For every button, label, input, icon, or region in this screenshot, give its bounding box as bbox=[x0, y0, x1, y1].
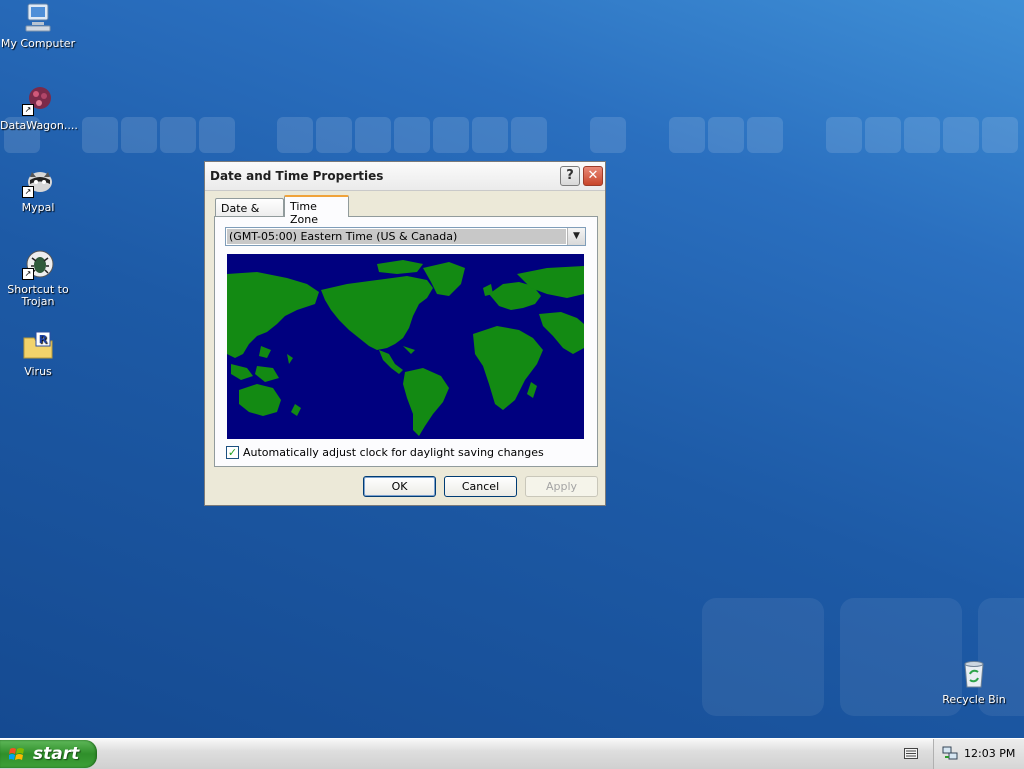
time-zone-panel: (GMT-05:00) Eastern Time (US & Canada) ▼ bbox=[214, 216, 598, 467]
trojan-shortcut-icon: ↗ bbox=[22, 248, 54, 280]
time-zone-selected-value: (GMT-05:00) Eastern Time (US & Canada) bbox=[227, 229, 566, 244]
keyboard-icon[interactable] bbox=[904, 748, 918, 759]
help-button[interactable]: ? bbox=[560, 166, 580, 186]
world-map-image bbox=[227, 254, 584, 439]
system-tray: 12:03 PM bbox=[933, 739, 1024, 769]
desktop-icon-label: Mypal bbox=[21, 201, 55, 214]
apply-button[interactable]: Apply bbox=[525, 476, 598, 497]
desktop-icon-virus[interactable]: R Virus bbox=[0, 330, 76, 378]
cancel-button[interactable]: Cancel bbox=[444, 476, 517, 497]
recycle-bin-icon bbox=[958, 658, 990, 690]
my-computer-icon bbox=[22, 2, 54, 34]
close-button[interactable]: ✕ bbox=[583, 166, 603, 186]
desktop-icon-mypal[interactable]: ↗ Mypal bbox=[0, 166, 76, 214]
shortcut-arrow-icon: ↗ bbox=[22, 268, 34, 280]
dialog-title: Date and Time Properties bbox=[210, 169, 384, 183]
desktop-icon-label: Shortcut to Trojan bbox=[7, 283, 69, 308]
windows-logo-icon bbox=[9, 748, 24, 760]
start-label: start bbox=[33, 744, 80, 764]
desktop-icon-recycle-bin[interactable]: Recycle Bin bbox=[936, 658, 1012, 706]
desktop-icon-datawagon[interactable]: ↗ DataWagon.... bbox=[0, 84, 78, 132]
dialog-titlebar[interactable]: Date and Time Properties ? ✕ bbox=[205, 162, 605, 191]
clock[interactable]: 12:03 PM bbox=[964, 747, 1015, 760]
desktop-icon-label: DataWagon.... bbox=[0, 119, 78, 132]
start-button[interactable]: start bbox=[0, 740, 97, 768]
world-map bbox=[227, 254, 584, 439]
chevron-down-icon[interactable]: ▼ bbox=[567, 228, 585, 245]
time-zone-select[interactable]: (GMT-05:00) Eastern Time (US & Canada) ▼ bbox=[225, 227, 586, 246]
desktop-icon-my-computer[interactable]: My Computer bbox=[0, 2, 76, 50]
ok-button[interactable]: OK bbox=[363, 476, 436, 497]
wallpaper-tiles bbox=[0, 117, 1024, 153]
date-time-properties-dialog: Date and Time Properties ? ✕ Date & Time… bbox=[204, 161, 606, 506]
shortcut-arrow-icon: ↗ bbox=[22, 104, 34, 116]
desktop-icon-trojan[interactable]: ↗ Shortcut to Trojan bbox=[0, 248, 76, 308]
dst-checkbox-label[interactable]: Automatically adjust clock for daylight … bbox=[243, 446, 544, 459]
tab-date-time[interactable]: Date & Time bbox=[215, 198, 284, 228]
network-icon[interactable] bbox=[942, 745, 958, 761]
tab-time-zone[interactable]: Time Zone bbox=[284, 195, 349, 226]
desktop-icon-label: Virus bbox=[24, 365, 52, 378]
desktop-icon-label: My Computer bbox=[0, 37, 76, 50]
desktop-icon-label: Recycle Bin bbox=[942, 693, 1006, 706]
mypal-shortcut-icon: ↗ bbox=[22, 166, 54, 198]
desktop: My Computer ↗ DataWagon.... ↗ Mypal ↗ Sh… bbox=[0, 0, 1024, 738]
svg-text:R: R bbox=[39, 333, 48, 346]
datawagon-shortcut-icon: ↗ bbox=[22, 84, 54, 116]
taskbar: start 12:03 PM bbox=[0, 738, 1024, 769]
dst-checkbox[interactable]: ✓ bbox=[226, 446, 239, 459]
virus-folder-icon: R bbox=[22, 330, 54, 362]
shortcut-arrow-icon: ↗ bbox=[22, 186, 34, 198]
wallpaper-tile bbox=[702, 598, 824, 716]
